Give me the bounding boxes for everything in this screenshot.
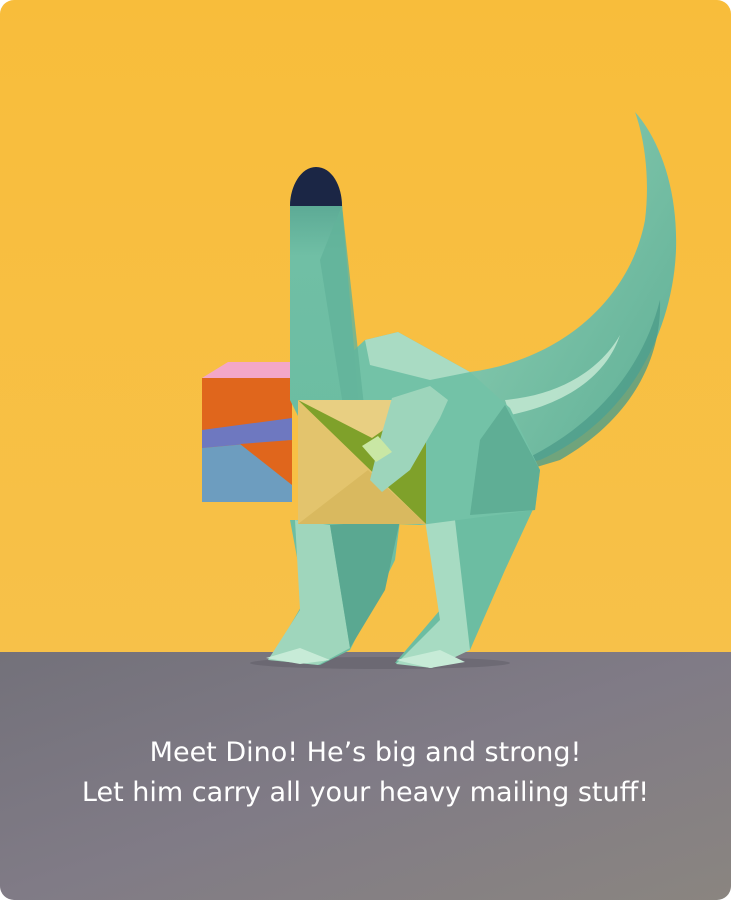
caption-line-1: Meet Dino! He’s big and strong! — [149, 737, 582, 768]
parcel-box — [202, 362, 292, 502]
onboarding-card: Meet Dino! He’s big and strong! Let him … — [0, 0, 731, 900]
caption: Meet Dino! He’s big and strong! Let him … — [0, 733, 731, 813]
caption-line-2: Let him carry all your heavy mailing stu… — [81, 777, 650, 808]
